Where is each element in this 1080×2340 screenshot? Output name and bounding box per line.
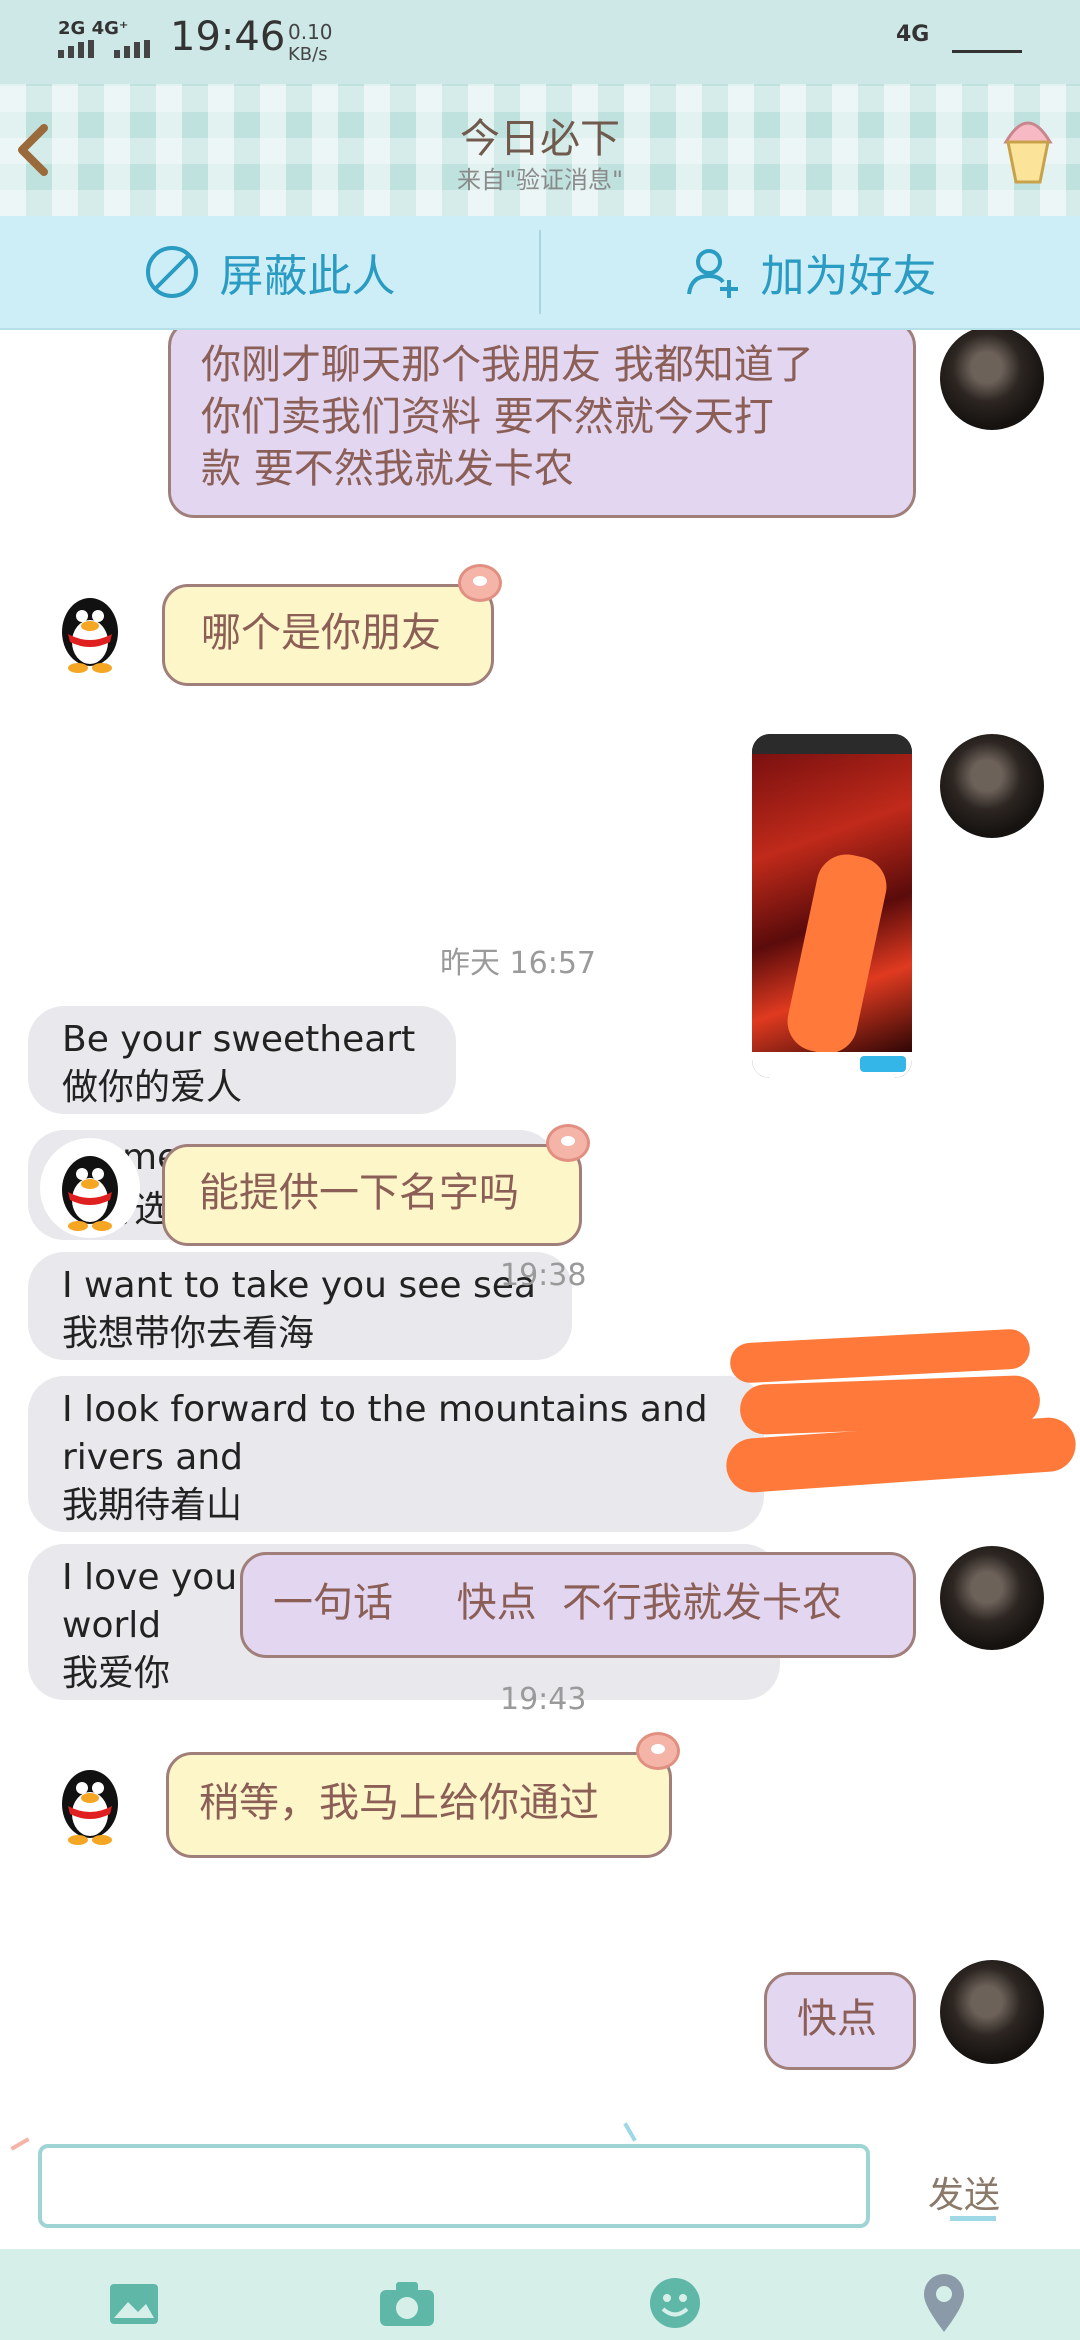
emoji-icon	[650, 2278, 700, 2328]
overlay-text: 做你的爱人	[62, 1067, 243, 1108]
location-button[interactable]	[922, 2274, 966, 2334]
send-button[interactable]: 发送	[928, 2166, 1000, 2218]
message-input[interactable]	[38, 2144, 870, 2228]
avatar-contact[interactable]	[40, 580, 140, 680]
ice-cream-icon	[1003, 121, 1053, 184]
add-friend-icon	[686, 249, 738, 298]
battery-scribble-icon	[952, 28, 1022, 53]
block-user-button[interactable]: 屏蔽此人	[0, 216, 539, 328]
message-line: 你刚才聊天那个我朋友 我都知道了	[201, 342, 814, 388]
network-speed-unit: KB/s	[288, 44, 328, 65]
overlay-text: 我爱你	[62, 1653, 171, 1694]
chat-subtitle: 来自"验证消息"	[456, 166, 624, 194]
chevron-left-icon	[18, 124, 48, 176]
message-text: 哪个是你朋友	[201, 610, 441, 656]
chat-title: 今日必下	[460, 116, 620, 162]
back-button[interactable]	[12, 122, 56, 178]
qq-penguin-icon	[62, 1156, 118, 1231]
avatar-contact[interactable]	[40, 1138, 140, 1238]
qq-penguin-icon	[62, 1770, 118, 1845]
donut-decoration-icon	[636, 1732, 680, 1770]
qq-penguin-icon	[62, 598, 118, 673]
message-bubble-incoming[interactable]: 稍等，我马上给你通过	[166, 1752, 672, 1858]
overlay-bubble: Be your sweetheart 做你的爱人	[28, 1006, 456, 1114]
input-area: 发送	[0, 2112, 1080, 2340]
overlay-text: world	[62, 1605, 162, 1646]
chat-area[interactable]: 你刚才聊天那个我朋友 我都知道了 你们卖我们资料 要不然就今天打 款 要不然我就…	[0, 330, 1080, 2112]
message-text: 快点	[797, 1996, 877, 2042]
timestamp: 19:38	[500, 1258, 587, 1293]
status-time: 19:46	[170, 14, 286, 60]
message-bubble-incoming[interactable]: 能提供一下名字吗	[162, 1144, 582, 1246]
signal-bars-icon	[58, 40, 158, 58]
image-message[interactable]	[752, 734, 912, 1078]
redaction-mark	[729, 1328, 1031, 1384]
overlay-text: rivers and	[62, 1437, 243, 1478]
block-user-label: 屏蔽此人	[219, 251, 396, 302]
image-button[interactable]	[108, 2282, 160, 2326]
message-text: 稍等，我马上给你通过	[199, 1780, 599, 1826]
timestamp: 19:43	[500, 1682, 587, 1717]
donut-decoration-icon	[546, 1124, 590, 1162]
message-text: 一句话 快点 不行我就发卡农	[273, 1580, 843, 1626]
location-icon	[924, 2274, 964, 2332]
network-indicator-right: 4G	[896, 22, 930, 47]
overlay-text: 我期待着山	[62, 1485, 243, 1526]
overlay-bubble: I want to take you see sea 我想带你去看海	[28, 1252, 572, 1360]
avatar-self[interactable]	[940, 1960, 1044, 2064]
donut-decoration-icon	[458, 564, 502, 602]
message-line: 款 要不然我就发卡农	[201, 446, 574, 492]
camera-icon	[380, 2282, 434, 2326]
message-bubble-incoming[interactable]: 哪个是你朋友	[162, 584, 494, 686]
network-speed-value: 0.10	[288, 20, 333, 44]
status-bar: 2G 4G⁺ 19:46 0.10 KB/s 4G	[0, 0, 1080, 84]
avatar-self[interactable]	[940, 1546, 1044, 1650]
avatar-self[interactable]	[940, 734, 1044, 838]
add-friend-label: 加为好友	[760, 251, 937, 302]
emoji-button[interactable]	[648, 2276, 702, 2330]
camera-button[interactable]	[378, 2278, 436, 2328]
message-text: 能提供一下名字吗	[199, 1170, 519, 1216]
stranger-action-bar: 屏蔽此人 加为好友	[0, 216, 1080, 330]
image-icon	[110, 2284, 158, 2324]
avatar-contact[interactable]	[40, 1752, 140, 1852]
message-bubble-outgoing[interactable]: 一句话 快点 不行我就发卡农	[240, 1552, 916, 1658]
message-bubble-outgoing[interactable]: 快点	[764, 1972, 916, 2070]
message-bubble-outgoing[interactable]: 你刚才聊天那个我朋友 我都知道了 你们卖我们资料 要不然就今天打 款 要不然我就…	[168, 330, 916, 518]
timestamp: 昨天 16:57	[440, 946, 596, 981]
add-friend-button[interactable]: 加为好友	[541, 216, 1080, 328]
overlay-text: I want to take you see sea	[62, 1265, 536, 1306]
profile-button[interactable]	[1000, 108, 1056, 188]
chat-header: 今日必下 来自"验证消息"	[0, 84, 1080, 216]
block-icon	[145, 246, 198, 298]
overlay-text: I look forward to the mountains and	[62, 1389, 708, 1430]
overlay-bubble: I look forward to the mountains and rive…	[28, 1376, 764, 1532]
message-line: 你们卖我们资料 要不然就今天打	[201, 394, 774, 440]
network-indicator-left: 2G 4G⁺	[58, 18, 129, 39]
overlay-text: Be your sweetheart	[62, 1019, 416, 1060]
overlay-text: 我想带你去看海	[62, 1313, 315, 1354]
avatar-self[interactable]	[940, 330, 1044, 430]
